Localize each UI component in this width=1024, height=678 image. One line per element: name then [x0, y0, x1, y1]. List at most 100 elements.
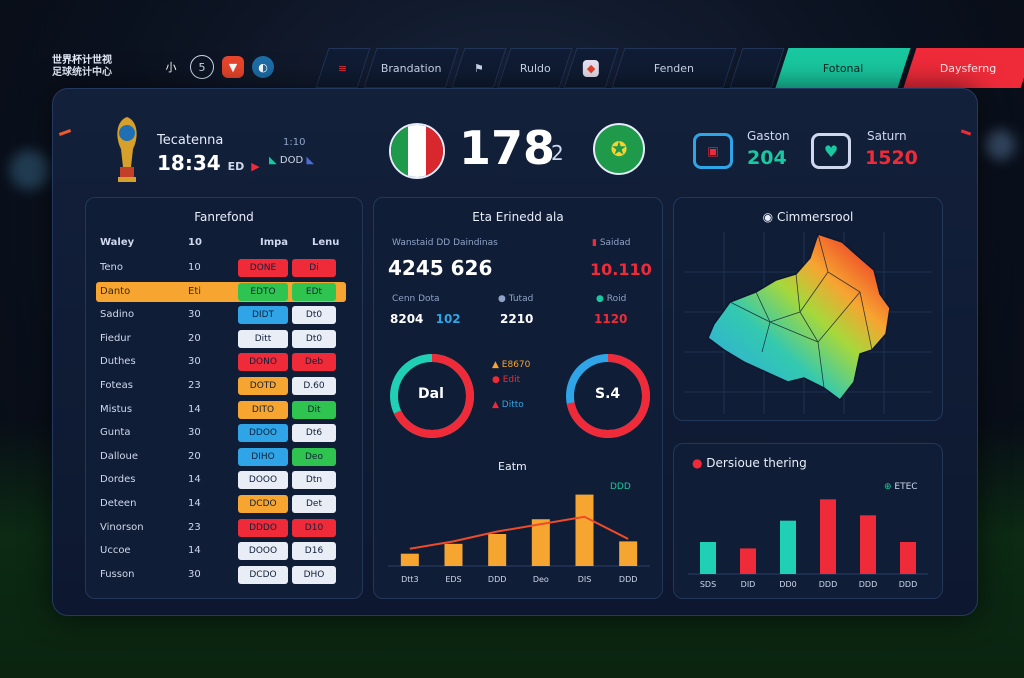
x-tick-label: DDD	[619, 575, 637, 584]
brand-line-1: 世界杯计世视	[52, 55, 112, 66]
player-number: 14	[188, 545, 201, 557]
donut2-value: S.4	[595, 386, 621, 402]
nav-tab-2[interactable]: Ruldo	[497, 48, 573, 88]
table-row[interactable]: Dalloue 20 DIHO Deo	[96, 447, 346, 467]
stat-cell-lenu: Dt0	[292, 329, 336, 348]
stat-cell-lenu: Dt6	[292, 424, 336, 443]
table-row[interactable]: Duthes 30 DONO Deb	[96, 352, 346, 372]
center-title: Eta Erinedd ala	[472, 210, 564, 224]
player-name: Duthes	[100, 356, 136, 368]
table-row[interactable]: Mistus 14 DITO Dit	[96, 400, 346, 420]
arrow-icon: ◣	[269, 155, 277, 166]
stat-cell-lenu: Dtn	[292, 471, 336, 490]
table-row[interactable]: Fiedur 20 Ditt Dt0	[96, 329, 346, 349]
primary-red-button[interactable]: Daysferng	[903, 48, 1024, 88]
table-row[interactable]: Foteas 23 DOTD D.60	[96, 376, 346, 396]
glyph-icon: 小	[165, 61, 177, 74]
team-name: Tecatenna	[157, 133, 224, 148]
play-icon: ▶	[251, 160, 260, 173]
center-label-right: ▮ Saidad	[592, 238, 631, 248]
brand-line-2: 足球统计中心	[52, 67, 112, 78]
stat-cell-impa: DDDO	[238, 518, 288, 537]
table-row[interactable]: Uccoe 14 DOOO D16	[96, 541, 346, 561]
player-number: 30	[188, 568, 201, 580]
sub2-label-text: Tutad	[508, 294, 534, 304]
player-name: Gunta	[100, 427, 131, 439]
table-row[interactable]: Vinorson 23 DDDO D10	[96, 518, 346, 538]
nav-tab-3[interactable]: Fenden	[611, 48, 737, 88]
x-tick-label: DID	[741, 580, 756, 589]
player-name: Sadino	[100, 309, 135, 321]
stat-cell-impa: Ditt	[238, 329, 288, 348]
bar	[860, 515, 876, 574]
stat-cell-impa: DCDO	[238, 565, 288, 584]
table-row[interactable]: Fusson 30 DCDO DHO	[96, 565, 346, 585]
player-name: Fusson	[100, 568, 135, 580]
red-button-label: Daysferng	[940, 61, 997, 75]
trophy-icon	[111, 115, 143, 185]
player-name: Foteas	[100, 380, 133, 391]
dashboard-panel: Tecatenna 18:34 ED ▶ 1:10 ◣ DOD ◣ 178 2 …	[52, 88, 978, 616]
sub3-label: ● Roid	[596, 294, 627, 304]
player-number: 30	[188, 356, 201, 368]
table-row[interactable]: Teno 10 DONE Di	[96, 258, 346, 278]
player-number: 23	[188, 521, 201, 533]
table-row[interactable]: Deteen 14 DCDO Det	[96, 494, 346, 514]
shield-icon[interactable]: ▼	[222, 56, 244, 78]
stat-cell-lenu: Det	[292, 495, 336, 513]
arrow-icon: ◣	[306, 155, 315, 166]
table-row[interactable]: Sadino 30 DIDT Dt0	[96, 305, 346, 325]
sponsor-icon[interactable]: 5	[190, 55, 214, 79]
sub1-label: Cenn Dota	[392, 294, 440, 304]
center-stats-card: Eta Erinedd ala Wanstaid DD Daindinas 42…	[373, 197, 663, 599]
stat-cell-impa: DITO	[238, 400, 288, 419]
menu-icon: ≡	[338, 61, 348, 75]
nav-tab-app-icon[interactable]: ◆	[563, 48, 619, 88]
stat-cell-impa: DOOO	[238, 542, 288, 561]
x-tick-label: DIS	[578, 575, 592, 584]
sub2-value: 2210	[500, 312, 534, 326]
player-name: Mistus	[100, 403, 133, 415]
vertical-bar-chart: SDS DID DD0 DDD DDD DDD	[688, 499, 928, 589]
stat-cell-lenu: Deb	[292, 353, 336, 372]
nav-menu-icon-tab[interactable]: ≡	[315, 48, 371, 88]
primary-green-button[interactable]: Fotonal	[775, 48, 911, 88]
bar	[740, 548, 756, 574]
table-row[interactable]: Dordes 14 DOOO Dtn	[96, 470, 346, 490]
region-heat-map	[684, 232, 932, 414]
sub3-value: 1120	[594, 312, 628, 326]
x-tick-label: Deo	[533, 575, 549, 584]
bar	[900, 542, 916, 574]
heat-map-card: ◉ Cimmersrool	[673, 197, 943, 421]
app-icon: ◆	[582, 59, 600, 77]
x-tick-label: DD0	[779, 580, 796, 589]
table-row[interactable]: Gunta 30 DDOO Dt6	[96, 423, 346, 443]
table-row[interactable]: Danto Eti EDTO EDt	[96, 281, 346, 302]
nav-tab-1[interactable]: Brandation	[363, 48, 459, 88]
player-number: 30	[188, 427, 201, 439]
stat-cell-impa: DIDT	[238, 306, 288, 325]
sub3-label-text: Roid	[606, 294, 627, 304]
italy-flag-icon	[389, 123, 445, 179]
bar	[531, 519, 550, 566]
globe-icon[interactable]: ◐	[252, 56, 274, 78]
stat-cell-impa: DOTD	[238, 377, 288, 395]
x-tick-label: EDS	[445, 575, 461, 584]
stadium-light	[10, 150, 50, 190]
player-number: 14	[188, 474, 201, 486]
nav-tab-label: Fenden	[653, 61, 695, 75]
heart-icon: ♥	[811, 133, 851, 169]
col-header-name: Waley	[100, 237, 135, 248]
top-navigation-bar: 世界杯计世视 足球统计中心 小 5 ▼ ◐ ≡ Brandation ⚑ Rul…	[52, 48, 1024, 88]
bar	[780, 520, 796, 574]
bar	[488, 534, 507, 566]
stat-cell-lenu: Dt0	[292, 306, 336, 325]
x-tick-label: DDD	[488, 575, 506, 584]
stat-cell-impa: DIHO	[238, 447, 288, 466]
col-header-impa: Impa	[260, 237, 289, 248]
opponent-badge-icon: ✪	[593, 123, 645, 175]
x-tick-label: DDD	[899, 580, 917, 589]
stat-cell-impa: DOOO	[238, 471, 288, 490]
flag-icon: ⚑	[474, 61, 484, 75]
score-sub: 2	[551, 141, 564, 165]
